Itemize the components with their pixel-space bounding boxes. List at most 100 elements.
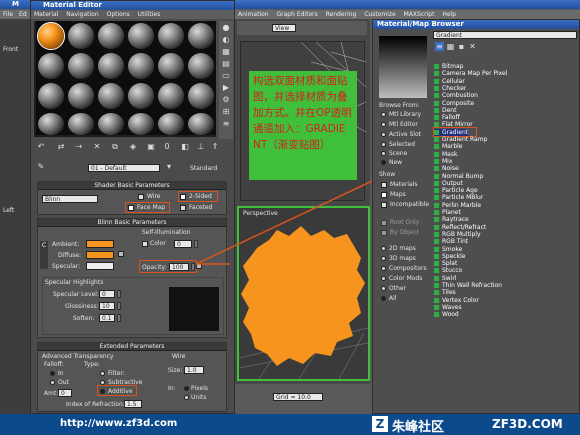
view-dropdown[interactable]: View bbox=[272, 24, 296, 32]
sample-slot[interactable] bbox=[66, 81, 96, 111]
sample-slot[interactable] bbox=[36, 81, 66, 111]
glossiness-spinner[interactable] bbox=[117, 302, 121, 310]
soften-spinner[interactable] bbox=[117, 314, 121, 322]
lock-ambient-icon[interactable]: C bbox=[40, 241, 48, 269]
background-icon[interactable]: ▦ bbox=[221, 47, 231, 57]
get-material-icon[interactable]: ↶ bbox=[36, 142, 46, 152]
sample-slot[interactable] bbox=[126, 81, 156, 111]
sample-slot[interactable] bbox=[36, 21, 66, 51]
material-effects-icon[interactable]: 0 bbox=[162, 142, 172, 152]
map-item[interactable]: Swirl bbox=[433, 275, 457, 282]
show-map-icon[interactable]: ◧ bbox=[180, 142, 190, 152]
map-item[interactable]: Composite bbox=[433, 100, 474, 107]
select-by-material-icon[interactable]: ⊞ bbox=[221, 107, 231, 117]
map-item[interactable]: Cellular bbox=[433, 78, 465, 85]
map-type-radio[interactable] bbox=[381, 266, 386, 271]
map-item[interactable]: Planet bbox=[433, 209, 461, 216]
falloff-in-radio[interactable] bbox=[50, 371, 55, 376]
material-editor-titlebar[interactable]: Material Editor bbox=[31, 1, 234, 10]
ior-field[interactable]: 1.5 bbox=[124, 400, 142, 408]
sample-slot[interactable] bbox=[126, 51, 156, 81]
source-radio[interactable] bbox=[381, 132, 386, 137]
sample-slot[interactable] bbox=[186, 81, 216, 111]
sample-slot[interactable] bbox=[96, 81, 126, 111]
map-type-radio[interactable] bbox=[381, 256, 386, 261]
menu-edit[interactable]: Ed bbox=[19, 11, 27, 18]
map-item[interactable]: Waves bbox=[433, 304, 462, 311]
map-item[interactable]: Stucco bbox=[433, 267, 462, 274]
reset-map-icon[interactable]: ✕ bbox=[92, 142, 102, 152]
menu-customize[interactable]: Customize bbox=[364, 11, 396, 18]
map-type-radio[interactable] bbox=[381, 276, 386, 281]
map-item[interactable]: Tiles bbox=[433, 289, 456, 296]
sample-slot[interactable] bbox=[156, 51, 186, 81]
faceted-checkbox[interactable] bbox=[180, 205, 186, 211]
assign-material-icon[interactable]: ⇢ bbox=[74, 142, 84, 152]
sample-slot[interactable] bbox=[156, 21, 186, 51]
make-preview-icon[interactable]: ▶ bbox=[221, 83, 231, 93]
extended-header[interactable]: Extended Parameters bbox=[38, 343, 226, 351]
specular-swatch[interactable] bbox=[86, 262, 114, 270]
map-item[interactable]: Dent bbox=[433, 107, 456, 114]
map-item[interactable]: Reflect/Refract bbox=[433, 224, 486, 231]
sample-slot[interactable] bbox=[66, 21, 96, 51]
map-item[interactable]: Falloff bbox=[433, 114, 460, 121]
sample-slot[interactable] bbox=[126, 21, 156, 51]
sample-slot[interactable] bbox=[186, 51, 216, 81]
map-search-field[interactable]: Gradient bbox=[433, 31, 577, 39]
source-radio[interactable] bbox=[381, 160, 386, 165]
root-only-checkbox[interactable] bbox=[381, 220, 387, 226]
menu-material[interactable]: Material bbox=[34, 11, 58, 18]
footer-domain[interactable]: ZF3D.COM bbox=[492, 417, 563, 431]
map-item[interactable]: Particle Age bbox=[433, 187, 478, 194]
small-icon-view-icon[interactable]: ▪ bbox=[457, 42, 466, 51]
map-item[interactable]: Noise bbox=[433, 165, 459, 172]
menu-utilities[interactable]: Utilities bbox=[138, 11, 161, 18]
map-item[interactable]: Speckle bbox=[433, 253, 465, 260]
sample-type-icon[interactable]: ● bbox=[221, 23, 231, 33]
map-item[interactable]: Normal Bump bbox=[433, 173, 483, 180]
menu-file[interactable]: File bbox=[3, 11, 13, 18]
spec-level-spinner[interactable] bbox=[117, 290, 121, 298]
map-type-radio[interactable] bbox=[381, 296, 386, 301]
map-item[interactable]: Mask bbox=[433, 151, 457, 158]
source-radio[interactable] bbox=[381, 122, 386, 127]
material-name-field[interactable]: 01 - Default bbox=[88, 164, 160, 172]
put-library-icon[interactable]: ▣ bbox=[146, 142, 156, 152]
map-item[interactable]: RGB Multiply bbox=[433, 231, 481, 238]
sample-slot[interactable] bbox=[36, 51, 66, 81]
map-item[interactable]: Gradient Ramp bbox=[433, 136, 487, 143]
soften-field[interactable]: 0.1 bbox=[99, 314, 115, 322]
self-illum-color-checkbox[interactable] bbox=[142, 241, 148, 247]
map-item[interactable]: Perlin Marble bbox=[433, 202, 481, 209]
sample-slot[interactable] bbox=[186, 21, 216, 51]
amt-field[interactable]: 0 bbox=[58, 389, 72, 397]
source-radio[interactable] bbox=[381, 142, 386, 147]
map-item[interactable]: RGB Tint bbox=[433, 238, 468, 245]
material-effects-channel-icon[interactable]: ▾ bbox=[164, 162, 174, 172]
copy-material-icon[interactable]: ⧉ bbox=[110, 142, 120, 152]
map-item[interactable]: Camera Map Per Pixel bbox=[433, 70, 507, 77]
map-item[interactable]: Combustion bbox=[433, 92, 478, 99]
pixels-radio[interactable] bbox=[184, 386, 189, 391]
wire-size-field[interactable]: 1.0 bbox=[184, 366, 204, 374]
wire-checkbox[interactable] bbox=[138, 194, 144, 200]
menu-rendering[interactable]: Rendering bbox=[326, 11, 357, 18]
menu-navigation[interactable]: Navigation bbox=[66, 11, 98, 18]
menu-help[interactable]: Help bbox=[442, 11, 456, 18]
pick-material-icon[interactable]: ✎ bbox=[36, 162, 46, 172]
units-radio[interactable] bbox=[184, 395, 189, 400]
icon-view-icon[interactable]: ▦ bbox=[446, 42, 455, 51]
map-item[interactable]: Thin Wall Refraction bbox=[433, 282, 502, 289]
map-item[interactable]: Wood bbox=[433, 311, 459, 318]
map-item[interactable]: Checker bbox=[433, 85, 466, 92]
map-item[interactable]: Particle MBlur bbox=[433, 194, 483, 201]
map-type-radio[interactable] bbox=[381, 246, 386, 251]
ambient-swatch[interactable] bbox=[86, 240, 114, 248]
map-item[interactable]: Raytrace bbox=[433, 216, 469, 223]
list-view-icon[interactable]: ≡ bbox=[435, 42, 444, 51]
diffuse-map-button[interactable] bbox=[118, 251, 124, 257]
footer-url[interactable]: http://www.zf3d.com bbox=[60, 418, 177, 429]
source-radio[interactable] bbox=[381, 151, 386, 156]
menu-maxscript[interactable]: MAXScript bbox=[404, 11, 435, 18]
